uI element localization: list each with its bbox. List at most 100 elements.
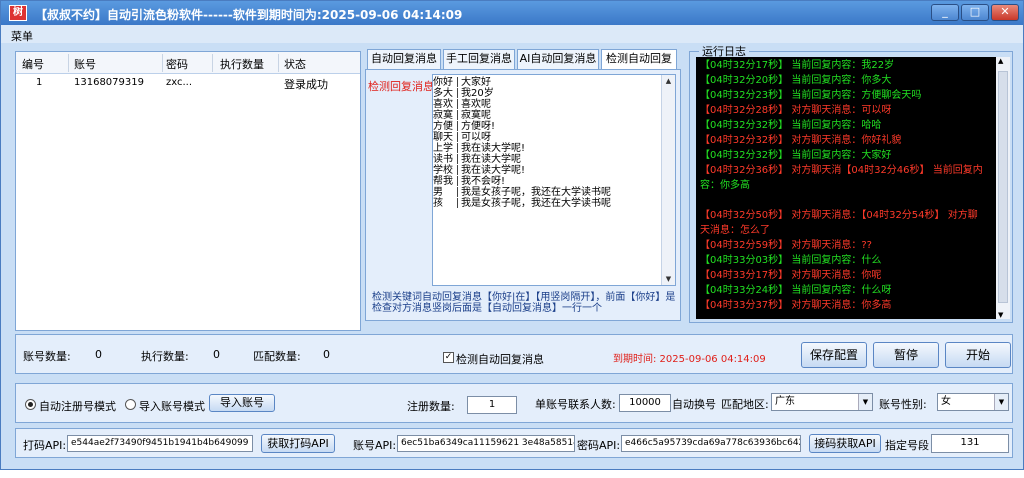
keyword-scrollbar[interactable]: ▲ ▼	[661, 75, 675, 285]
keyword-reply: 我是女孩子呢，我还在大学读书呢	[461, 187, 611, 198]
cell-status: 登录成功	[284, 78, 328, 91]
column-header-password[interactable]: 密码	[166, 56, 188, 72]
title-bar[interactable]: 树 【叔叔不约】自动引流色粉软件------软件到期时间为:2025-09-06…	[1, 1, 1023, 25]
save-config-button[interactable]: 保存配置	[801, 342, 867, 368]
register-count-input[interactable]: 1	[467, 396, 517, 414]
contacts-label: 单账号联系人数:	[535, 398, 616, 411]
expire-time: 到期时间: 2025-09-06 04:14:09	[613, 354, 766, 365]
column-divider	[162, 54, 163, 72]
column-header-account[interactable]: 账号	[74, 56, 96, 72]
get-captcha-api-button[interactable]: 获取打码API	[261, 434, 335, 453]
chevron-down-icon[interactable]: ▼	[994, 394, 1008, 410]
keyword-reply: 可以呀	[461, 132, 491, 143]
reply-tabs: 自动回复消息 手工回复消息 AI自动回复消息 检测自动回复 检测回复消息 你好大…	[365, 49, 681, 321]
import-account-button[interactable]: 导入账号	[209, 394, 275, 412]
pause-button[interactable]: 暂停	[873, 342, 939, 368]
keyword-reply: 我是女孩子呢，我还在大学读书呢	[461, 198, 611, 209]
exec-count: 0	[213, 348, 220, 361]
captcha-api-label: 打码API:	[23, 439, 67, 452]
detect-reply-checkbox[interactable]: ✓	[443, 352, 454, 363]
keyword-key: 寂寞	[433, 110, 453, 121]
keyword-key: 多大	[433, 88, 453, 99]
register-count-label: 注册数量:	[407, 400, 455, 413]
tab-ai-reply[interactable]: AI自动回复消息	[517, 49, 599, 69]
region-label: 匹配地区:	[721, 398, 769, 411]
keyword-key: 聊天	[433, 132, 453, 143]
maximize-button[interactable]: □	[961, 4, 989, 21]
auto-register-radio[interactable]	[25, 399, 36, 410]
import-mode-radio[interactable]	[125, 399, 136, 410]
menu-bar: 菜单	[1, 25, 1023, 43]
start-button[interactable]: 开始	[945, 342, 1011, 368]
tab-auto-reply[interactable]: 自动回复消息	[367, 49, 441, 69]
log-line: 【04时32分50秒】 对方聊天消息：【04时32分54秒】 对方聊	[700, 210, 978, 221]
scroll-thumb[interactable]	[998, 71, 1008, 303]
keyword-line: 读书 我在读大学呢	[433, 154, 521, 165]
keyword-reply: 寂寞呢	[461, 110, 491, 121]
region-select[interactable]: 广东 ▼	[771, 393, 873, 411]
keyword-key: 男	[433, 187, 443, 198]
receive-code-api-button[interactable]: 接码获取API	[809, 434, 881, 453]
column-divider	[278, 54, 279, 72]
gender-select[interactable]: 女 ▼	[937, 393, 1009, 411]
window-title: 【叔叔不约】自动引流色粉软件------软件到期时间为:2025-09-06 0…	[35, 8, 463, 22]
account-api-input[interactable]: 6ec51ba6349ca11159621 3e48a5851408	[397, 435, 575, 452]
chevron-down-icon[interactable]: ▼	[858, 394, 872, 410]
column-header-exec[interactable]: 执行数量	[220, 56, 264, 72]
log-line: 【04时33分24秒】 当前回复内容：什么呀	[700, 285, 892, 296]
keyword-key: 方便	[433, 121, 453, 132]
scroll-up-icon[interactable]: ▲	[998, 57, 1003, 65]
column-header-status[interactable]: 状态	[284, 56, 306, 72]
keyword-line: 上学 我在读大学呢!	[433, 143, 525, 154]
tab-manual-reply[interactable]: 手工回复消息	[443, 49, 515, 69]
tab-panel: 检测回复消息 你好 大家好 多大 我20岁 喜欢 喜欢呢 寂寞 寂寞呢 方便 方便呀! 聊天 可以呀上…	[365, 69, 681, 321]
tab-detect-reply[interactable]: 检测自动回复	[601, 49, 677, 71]
column-header-id[interactable]: 编号	[22, 56, 44, 72]
contacts-input[interactable]: 10000	[619, 394, 671, 412]
keyword-line: 男 我是女孩子呢，我还在大学读书呢	[433, 187, 611, 198]
password-api-label: 密码API:	[577, 439, 621, 452]
scroll-down-icon[interactable]: ▼	[998, 311, 1003, 319]
keyword-reply: 方便呀!	[461, 121, 496, 132]
gender-value: 女	[941, 396, 951, 407]
keyword-reply: 我在读大学呢	[461, 154, 521, 165]
account-table[interactable]: 编号 账号 密码 执行数量 状态 1 13168079319 zxc... 登录…	[15, 51, 361, 331]
log-scrollbar[interactable]: ▲ ▼	[996, 57, 1010, 319]
keyword-key: 上学	[433, 143, 453, 154]
number-segment-input[interactable]: 131	[931, 434, 1009, 453]
log-output[interactable]: 【04时32分17秒】 当前回复内容：我22岁 【04时32分20秒】 当前回复内…	[696, 57, 1010, 319]
close-button[interactable]: ✕	[991, 4, 1019, 21]
log-line: 【04时33分17秒】 对方聊天消息：你呢	[700, 270, 882, 281]
column-divider	[212, 54, 213, 72]
cell-account: 13168079319	[74, 77, 144, 88]
scroll-up-icon[interactable]: ▲	[663, 75, 674, 87]
match-count-label: 匹配数量:	[253, 350, 301, 363]
account-api-label: 账号API:	[353, 439, 397, 452]
import-mode-label: 导入账号模式	[139, 400, 205, 413]
log-line: 【04时33分37秒】 对方聊天消息：你多高	[700, 300, 892, 311]
log-line: 【04时33分03秒】 当前回复内容：什么	[700, 255, 882, 266]
keyword-line: 多大 我20岁	[433, 88, 494, 99]
keyword-reply: 我20岁	[461, 88, 494, 99]
menu-item[interactable]: 菜单	[11, 28, 33, 44]
keyword-textarea[interactable]: 你好 大家好 多大 我20岁 喜欢 喜欢呢 寂寞 寂寞呢 方便 方便呀! 聊天 可以呀 上学 我在读大学呢…	[432, 74, 676, 286]
table-row[interactable]: 1 13168079319 zxc... 登录成功	[16, 74, 360, 92]
log-line: 容：你多高	[700, 180, 750, 191]
log-line: 【04时32分59秒】 对方聊天消息：??	[700, 240, 872, 251]
minimize-button[interactable]: _	[931, 4, 959, 21]
scroll-down-icon[interactable]: ▼	[663, 273, 674, 285]
keyword-key: 孩	[433, 198, 443, 209]
keyword-reply: 我在读大学呢!	[461, 143, 526, 154]
keyword-line: 喜欢 喜欢呢	[433, 99, 491, 110]
keyword-key: 读书	[433, 154, 453, 165]
account-count: 0	[95, 348, 102, 361]
password-api-input[interactable]: e466c5a95739cda69a778c63936bc6420	[621, 435, 801, 452]
keyword-reply: 大家好	[461, 77, 491, 88]
log-line: 【04时32分32秒】 对方聊天消息：你好礼貌	[700, 135, 902, 146]
captcha-api-input[interactable]: e544ae2f73490f9451b1941b4b649099	[67, 435, 253, 452]
auto-switch-label: 自动换号	[672, 398, 716, 411]
keyword-line: 帮我 我不会呀!	[433, 176, 505, 187]
keyword-reply: 喜欢呢	[461, 99, 491, 110]
keyword-help-text: 检测关键词自动回复消息【你好|在】【用竖岗隔开】，前面【你好】是检查对方消息竖岗…	[372, 292, 676, 314]
log-line: 【04时32分23秒】 当前回复内容：方便聊会天吗	[700, 90, 922, 101]
